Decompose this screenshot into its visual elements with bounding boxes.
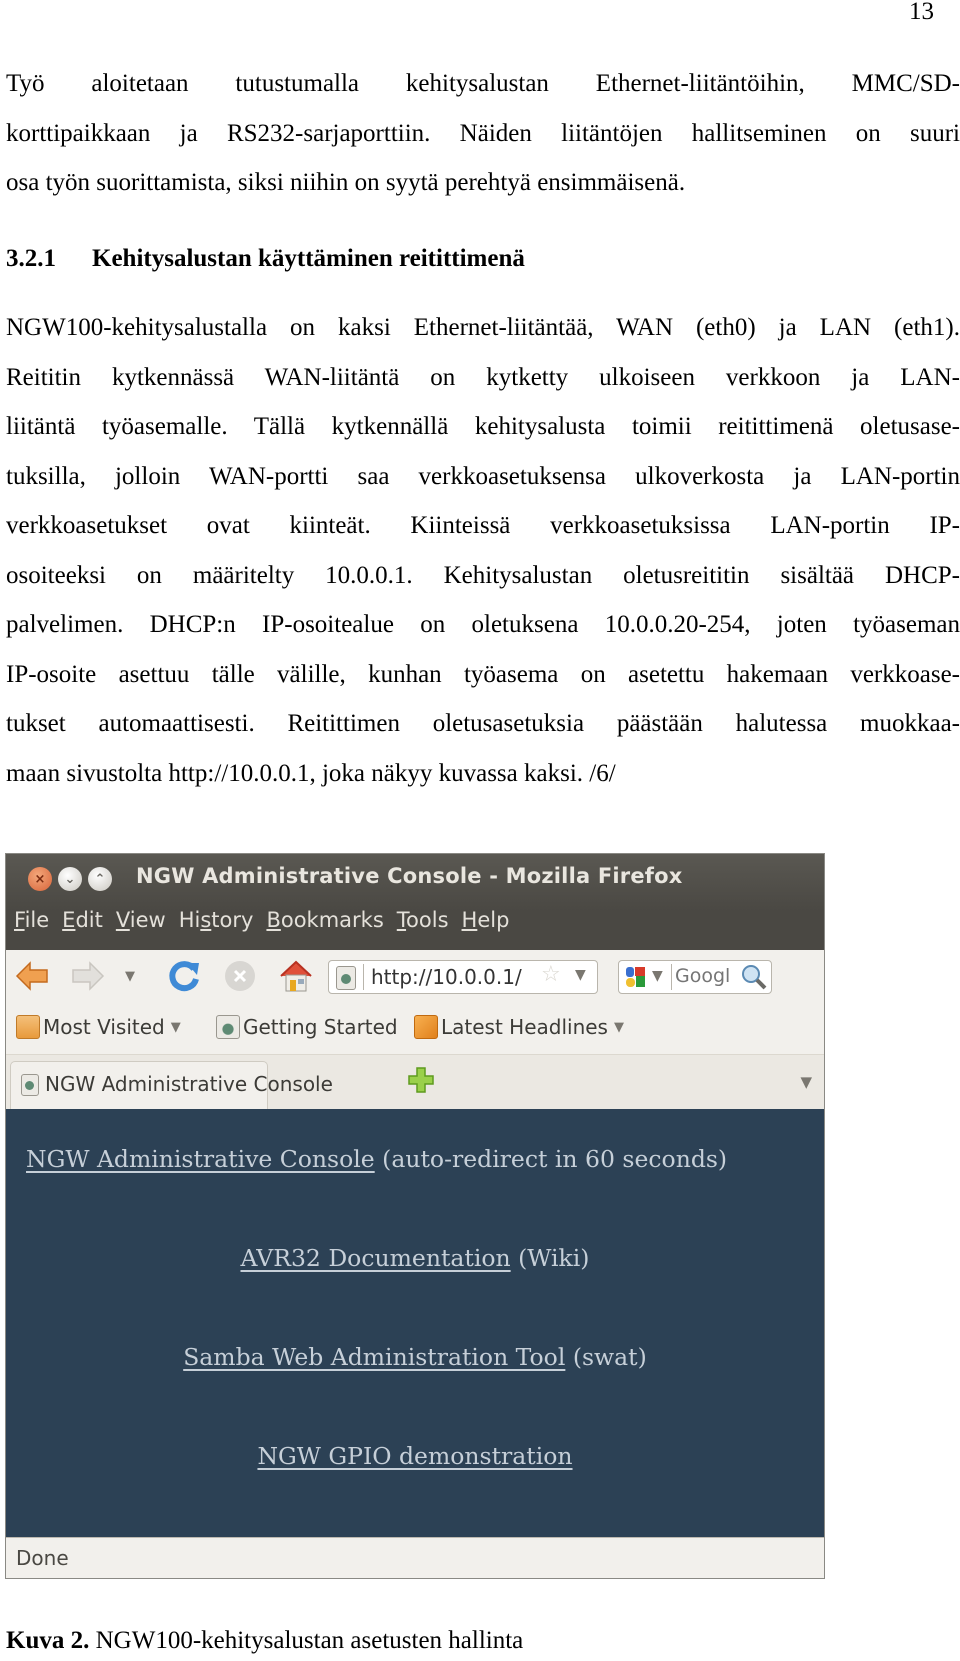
menu-help[interactable]: Help — [462, 908, 510, 932]
search-engine-dropdown-icon[interactable]: ▼ — [652, 968, 663, 984]
bookmark-getting-started[interactable]: Getting Started — [216, 1015, 398, 1039]
dropdown-arrow-icon: ▼ — [170, 1019, 181, 1035]
paragraph-line: tukset automaattisesti. Reitittimen olet… — [6, 710, 960, 737]
window-title: NGW Administrative Console - Mozilla Fir… — [136, 864, 683, 888]
browser-window-figure: × ⌄ ⌃ NGW Administrative Console - Mozil… — [5, 853, 825, 1579]
paragraph-line: maan sivustolta http://10.0.0.1, joka nä… — [6, 759, 616, 787]
forward-button[interactable] — [70, 958, 106, 994]
body-paragraph: NGW100-kehitysalustalla on kaksi Etherne… — [6, 303, 960, 798]
figure-caption: Kuva 2. NGW100-kehitysalustan asetusten … — [6, 1627, 523, 1655]
page-content: NGW Administrative Console (auto-redirec… — [6, 1109, 824, 1537]
paragraph-line: tuksilla, jolloin WAN-portti saa verkkoa… — [6, 462, 960, 490]
paragraph-line: NGW100-kehitysalustalla on kaksi Etherne… — [6, 314, 960, 341]
tab-strip: NGW Administrative Console ▼ — [6, 1054, 824, 1110]
stop-button[interactable] — [222, 958, 258, 994]
section-number: 3.2.1 — [6, 245, 56, 272]
status-text: Done — [16, 1546, 69, 1570]
content-row: NGW Administrative Console (auto-redirec… — [26, 1145, 728, 1173]
menu-file[interactable]: File — [14, 908, 49, 932]
section-heading: 3.2.1 Kehitysalustan käyttäminen reititti… — [6, 245, 525, 273]
paragraph-line: liitäntä työasemalle. Tällä kytkennällä … — [6, 413, 960, 440]
status-bar: Done — [6, 1537, 824, 1578]
page-icon — [216, 1015, 240, 1039]
link-ngw-admin-console[interactable]: NGW Administrative Console — [26, 1145, 375, 1173]
content-row: Samba Web Administration Tool (swat) — [183, 1343, 647, 1371]
history-dropdown-button[interactable]: ▼ — [120, 958, 140, 994]
back-button[interactable] — [14, 958, 50, 994]
paragraph-line: palvelimen. DHCP:n IP-osoitealue on olet… — [6, 611, 960, 638]
home-icon — [280, 960, 312, 992]
home-button[interactable] — [278, 958, 314, 994]
paragraph-line: verkkoasetukset ovat kiinteät. Kiinteiss… — [6, 512, 960, 539]
reload-button[interactable] — [166, 958, 202, 994]
search-input[interactable] — [675, 965, 745, 987]
menu-history[interactable]: History — [179, 908, 254, 932]
window-titlebar: × ⌄ ⌃ NGW Administrative Console - Mozil… — [6, 854, 824, 950]
paragraph-line: Työ aloitetaan tutustumalla kehitysalust… — [6, 70, 960, 97]
paragraph-line: IP-osoite asettuu tälle välille, kunhan … — [6, 660, 960, 688]
bookmarks-toolbar: Most Visited ▼ Getting Started Latest He… — [6, 1002, 824, 1054]
paragraph-line: korttipaikkaan ja RS232-sarjaporttiin. N… — [6, 119, 960, 147]
back-arrow-icon — [15, 961, 48, 991]
caption-text: NGW100-kehitysalustan asetusten hallinta — [89, 1627, 524, 1654]
search-icon — [742, 965, 767, 990]
search-bar[interactable]: ▼ — [618, 960, 772, 994]
list-all-tabs-icon[interactable]: ▼ — [800, 1073, 812, 1091]
paragraph-line: osoiteeksi on määritelty 10.0.0.1. Kehit… — [6, 561, 960, 589]
window-controls: × ⌄ ⌃ — [28, 867, 112, 891]
content-row: NGW GPIO demonstration — [6, 1442, 824, 1470]
url-bar[interactable]: http://10.0.0.1/ ☆ ▼ — [328, 960, 598, 994]
paragraph-line: Reititin kytkennässä WAN-liitäntä on kyt… — [6, 363, 960, 391]
url-dropdown-icon[interactable]: ▼ — [575, 967, 586, 983]
close-icon: × — [34, 871, 46, 887]
link-ngw-gpio-demo[interactable]: NGW GPIO demonstration — [257, 1442, 572, 1470]
navigation-toolbar: ▼ http://10.0.0.1/ ☆ ▼ ▼ — [6, 950, 824, 1002]
close-window-button[interactable]: × — [28, 867, 52, 891]
link-samba-web-admin[interactable]: Samba Web Administration Tool — [183, 1343, 565, 1371]
bookmark-latest-headlines[interactable]: Latest Headlines ▼ — [414, 1015, 624, 1039]
rss-icon — [414, 1015, 438, 1039]
menu-view[interactable]: View — [116, 908, 166, 932]
minimize-window-button[interactable]: ⌄ — [58, 867, 82, 891]
section-title: Kehitysalustan käyttäminen reitittimenä — [92, 245, 525, 272]
chevron-down-icon: ⌄ — [64, 871, 76, 887]
site-identity-icon[interactable] — [336, 966, 356, 990]
chevron-up-icon: ⌃ — [94, 871, 106, 887]
stop-icon — [225, 961, 255, 991]
tab-label: NGW Administrative Console — [45, 1072, 333, 1096]
link-avr32-documentation[interactable]: AVR32 Documentation — [241, 1244, 511, 1272]
maximize-window-button[interactable]: ⌃ — [88, 867, 112, 891]
page-icon — [21, 1074, 39, 1096]
folder-icon — [16, 1015, 40, 1039]
new-tab-plus-icon[interactable] — [408, 1067, 434, 1093]
dropdown-arrow-icon: ▼ — [125, 968, 135, 984]
menu-bookmarks[interactable]: Bookmarks — [266, 908, 383, 932]
url-text[interactable]: http://10.0.0.1/ — [371, 965, 522, 989]
menu-bar: File Edit View History Bookmarks Tools H… — [14, 908, 509, 932]
reload-icon — [169, 961, 199, 992]
menu-tools[interactable]: Tools — [397, 908, 449, 932]
content-row: AVR32 Documentation (Wiki) — [240, 1244, 590, 1272]
page-number: 13 — [909, 0, 934, 25]
intro-paragraph: Työ aloitetaan tutustumalla kehitysalust… — [6, 59, 960, 208]
dropdown-arrow-icon: ▼ — [613, 1019, 624, 1035]
paragraph-line: osa työn suorittamista, siksi niihin on … — [6, 169, 686, 196]
search-engine-icon — [626, 967, 645, 987]
tab-ngw-admin-console[interactable]: NGW Administrative Console — [10, 1061, 333, 1110]
caption-label: Kuva 2. — [6, 1627, 90, 1654]
forward-arrow-icon — [72, 961, 105, 991]
bookmark-most-visited[interactable]: Most Visited ▼ — [16, 1015, 181, 1039]
menu-edit[interactable]: Edit — [62, 908, 103, 932]
bookmark-star-icon[interactable]: ☆ — [541, 962, 561, 987]
